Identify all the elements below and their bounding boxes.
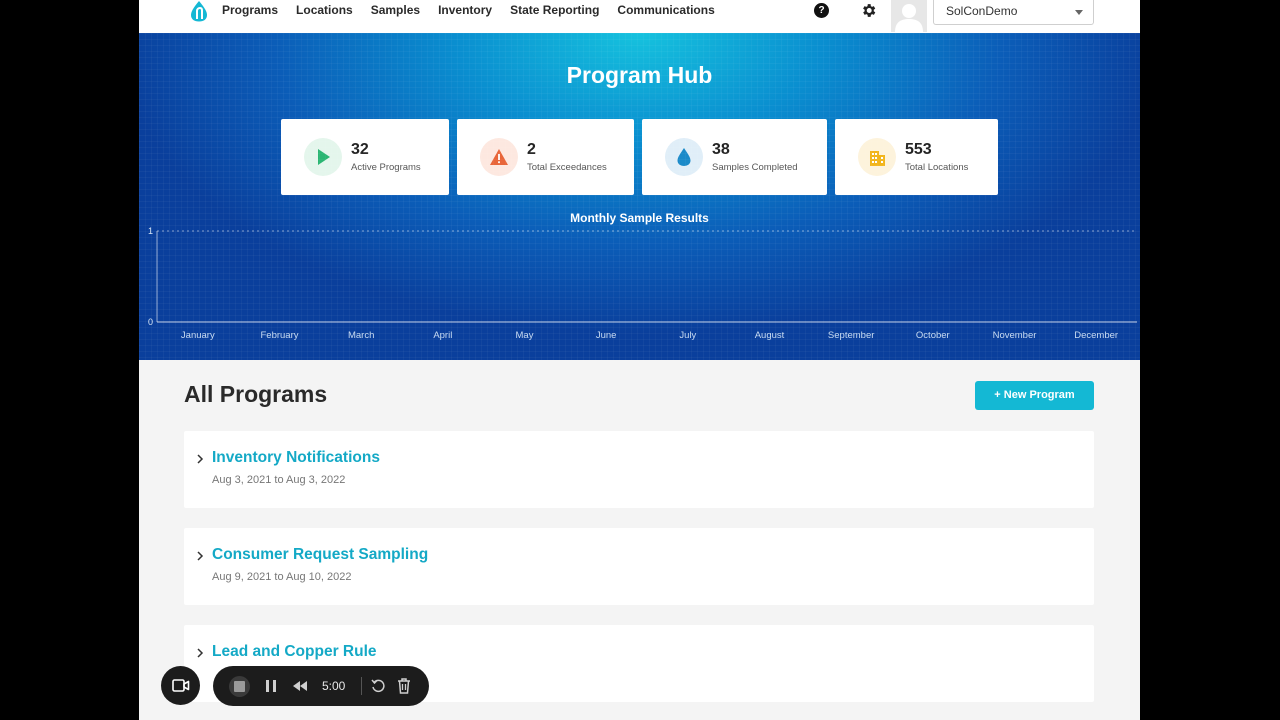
- x-tick-label: March: [348, 330, 374, 341]
- stat-card-active-programs[interactable]: 32 Active Programs: [281, 119, 449, 195]
- chevron-down-icon: [1075, 10, 1083, 15]
- gear-icon[interactable]: [860, 2, 877, 19]
- restart-button[interactable]: [370, 678, 386, 694]
- x-tick-label: June: [596, 330, 617, 341]
- restart-icon: [371, 679, 385, 693]
- account-select[interactable]: SolConDemo: [933, 0, 1094, 25]
- rewind-button[interactable]: [291, 678, 309, 694]
- delete-button[interactable]: [396, 677, 412, 695]
- account-label: SolConDemo: [946, 4, 1018, 18]
- video-camera-icon: [172, 679, 190, 692]
- x-tick-label: July: [679, 330, 696, 341]
- building-icon: [858, 138, 896, 176]
- x-tick-label: December: [1074, 330, 1118, 341]
- user-silhouette-icon: [895, 4, 923, 32]
- program-name[interactable]: Inventory Notifications: [212, 449, 380, 467]
- stat-label: Samples Completed: [712, 162, 798, 173]
- stat-card-total-locations[interactable]: 553 Total Locations: [835, 119, 998, 195]
- new-program-button[interactable]: + New Program: [975, 381, 1094, 410]
- x-tick-label: August: [755, 330, 785, 341]
- stat-value: 2: [527, 141, 536, 158]
- program-row[interactable]: Inventory Notifications Aug 3, 2021 to A…: [184, 431, 1094, 508]
- stat-value: 38: [712, 141, 730, 158]
- top-navigation: Programs Locations Samples Inventory Sta…: [139, 0, 1140, 33]
- x-tick-label: January: [181, 330, 215, 341]
- divider: [361, 677, 362, 695]
- stat-card-samples-completed[interactable]: 38 Samples Completed: [642, 119, 827, 195]
- nav-programs[interactable]: Programs: [222, 3, 278, 17]
- stat-label: Total Exceedances: [527, 162, 607, 173]
- x-tick-label: November: [993, 330, 1037, 341]
- program-dates: Aug 3, 2021 to Aug 3, 2022: [212, 474, 346, 486]
- stop-icon: [234, 681, 245, 692]
- water-drop-icon: [665, 138, 703, 176]
- program-name[interactable]: Consumer Request Sampling: [212, 546, 428, 564]
- warning-icon: [480, 138, 518, 176]
- nav-samples[interactable]: Samples: [371, 3, 420, 17]
- stat-label: Active Programs: [351, 162, 421, 173]
- chevron-right-icon[interactable]: [195, 550, 205, 562]
- page-title: Program Hub: [566, 62, 713, 88]
- x-tick-label: October: [916, 330, 950, 341]
- y-tick-label: 0: [148, 317, 153, 327]
- pause-button[interactable]: [263, 678, 279, 694]
- nav-state-reporting[interactable]: State Reporting: [510, 3, 599, 17]
- stop-button[interactable]: [229, 676, 250, 697]
- play-icon: [304, 138, 342, 176]
- x-tick-label: April: [433, 330, 452, 341]
- stat-card-total-exceedances[interactable]: 2 Total Exceedances: [457, 119, 634, 195]
- nav-links: Programs Locations Samples Inventory Sta…: [222, 3, 733, 17]
- stat-value: 553: [905, 141, 932, 158]
- program-hub-hero: Program Hub 32 Active Programs 2 Total E…: [139, 33, 1140, 360]
- nav-inventory[interactable]: Inventory: [438, 3, 492, 17]
- recorder-toolbar: 5:00: [213, 666, 429, 706]
- y-tick-label: 1: [148, 226, 153, 236]
- x-tick-label: February: [260, 330, 298, 341]
- recording-timer: 5:00: [322, 679, 346, 693]
- pause-icon: [266, 680, 276, 692]
- app-logo-icon[interactable]: [189, 0, 209, 22]
- app-frame: Programs Locations Samples Inventory Sta…: [139, 0, 1140, 720]
- nav-communications[interactable]: Communications: [617, 3, 714, 17]
- trash-icon: [398, 678, 410, 694]
- x-tick-label: September: [828, 330, 874, 341]
- help-icon[interactable]: ?: [814, 3, 829, 18]
- monthly-sample-chart: 0 1 January February March April May June July Au…: [148, 226, 1137, 341]
- program-dates: Aug 9, 2021 to Aug 10, 2022: [212, 571, 352, 583]
- camera-toggle-button[interactable]: [161, 666, 200, 705]
- section-title: All Programs: [184, 381, 328, 407]
- program-row[interactable]: Consumer Request Sampling Aug 9, 2021 to…: [184, 528, 1094, 605]
- nav-locations[interactable]: Locations: [296, 3, 353, 17]
- stat-value: 32: [351, 141, 369, 158]
- program-name[interactable]: Lead and Copper Rule: [212, 643, 377, 661]
- avatar[interactable]: [891, 0, 927, 32]
- rewind-icon: [293, 681, 307, 691]
- stat-label: Total Locations: [905, 162, 969, 173]
- chevron-right-icon[interactable]: [195, 647, 205, 659]
- x-tick-label: May: [516, 330, 534, 341]
- chevron-right-icon[interactable]: [195, 453, 205, 465]
